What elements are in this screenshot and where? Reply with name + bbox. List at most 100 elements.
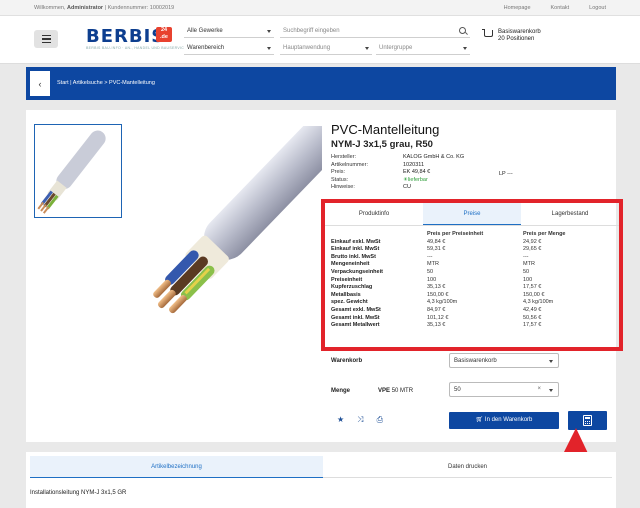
- cart-title: Basiswarenkorb: [498, 29, 541, 35]
- price-cell: 35,13 €: [427, 284, 446, 291]
- article-number-value: 1020311: [403, 161, 425, 168]
- chevron-down-icon: [267, 30, 271, 33]
- logo[interactable]: BERBIS 24 .de BERBIS BAU-INFO · AN-, HAND…: [86, 26, 189, 52]
- tab-produktinfo[interactable]: Produktinfo: [325, 203, 423, 225]
- price-cell: 84,97 €: [427, 306, 446, 313]
- meta-label: Status:: [331, 176, 349, 183]
- search-input[interactable]: Suchbegriff eingeben: [280, 25, 470, 38]
- clear-icon[interactable]: ×: [537, 386, 541, 392]
- hauptanwendung-select[interactable]: Hauptanwendung: [280, 42, 372, 55]
- search-icon[interactable]: [459, 27, 466, 34]
- product-card: PVC-Mantelleitung NYM-J 3x1,5 grau, R50 …: [26, 110, 623, 442]
- print-icon[interactable]: ⎙: [377, 415, 383, 425]
- hamburger-icon: [41, 34, 51, 37]
- price-cell: 17,57 €: [523, 322, 542, 329]
- price-cell: 4,3 kg/100m: [427, 299, 458, 306]
- meta-label: Hinweise:: [331, 184, 355, 191]
- logo-word: BERBIS: [86, 26, 166, 47]
- price-cell: 100: [427, 276, 437, 283]
- price-row: Gesamt exkl. MwSt 84,97 € 42,49 €: [331, 307, 617, 315]
- price-row: Preiseinheit 100 100: [331, 277, 617, 285]
- price-row: Brutto inkl. MwSt --- ---: [331, 254, 617, 262]
- notes-value: CU: [403, 184, 411, 191]
- price-row-label: Gesamt inkl. MwSt: [331, 314, 380, 321]
- price-row: Metallbasis 150,00 € 150,00 €: [331, 292, 617, 300]
- price-row-label: Metallbasis: [331, 291, 361, 298]
- description-card: Artikelbezeichnung Daten drucken Install…: [26, 452, 616, 508]
- link-logout[interactable]: Logout: [589, 5, 606, 11]
- meta-label: Hersteller:: [331, 154, 357, 160]
- price-cell: 59,31 €: [427, 246, 446, 253]
- tab-lagerbestand[interactable]: Lagerbestand: [521, 203, 619, 225]
- quantity-select[interactable]: 50 ×: [449, 382, 559, 397]
- warenbereich-select[interactable]: Warenbereich: [184, 42, 274, 55]
- chevron-down-icon: [365, 47, 369, 50]
- product-tabs: Produktinfo Preise Lagerbestand: [325, 203, 619, 226]
- price-row-label: Einkauf exkl. MwSt: [331, 238, 381, 245]
- product-subtitle: NYM-J 3x1,5 grau, R50: [331, 139, 433, 150]
- vpe-value: 50 MTR: [391, 388, 414, 394]
- price-row: Gesamt inkl. MwSt 101,12 € 50,56 €: [331, 315, 617, 323]
- star-icon[interactable]: ★: [337, 415, 344, 425]
- price-row: Gesamt Metallwert 35,13 € 17,57 €: [331, 322, 617, 330]
- meta-label: Preis:: [331, 169, 346, 176]
- tab-preise[interactable]: Preise: [423, 203, 521, 225]
- price-cell: ---: [523, 253, 529, 260]
- link-kontakt[interactable]: Kontakt: [551, 5, 570, 11]
- price-row: Einkauf inkl. MwSt 59,31 € 29,65 €: [331, 246, 617, 254]
- product-thumbnail[interactable]: [34, 124, 122, 218]
- price-cell: 4,3 kg/100m: [523, 299, 554, 306]
- price-cell: 150,00 €: [523, 291, 545, 298]
- chevron-left-icon: ‹: [38, 78, 42, 89]
- gewerke-select[interactable]: Alle Gewerke: [184, 25, 274, 38]
- price-cell: 49,84 €: [427, 238, 446, 245]
- action-icons: ★ ⤨ ⎙: [337, 415, 383, 425]
- price-cell: 50,56 €: [523, 314, 542, 321]
- cart-icon: [482, 29, 493, 37]
- chevron-down-icon: [549, 389, 553, 392]
- price-cell: 42,49 €: [523, 306, 542, 313]
- vpe: VPE 50 MTR: [378, 388, 413, 394]
- tab-daten-drucken[interactable]: Daten drucken: [323, 456, 612, 478]
- vpe-label: VPE: [378, 388, 391, 394]
- welcome-text: Willkommen, Administrator | Kundennummer…: [34, 5, 174, 11]
- chevron-down-icon: [267, 47, 271, 50]
- price-row-label: Gesamt exkl. MwSt: [331, 306, 381, 313]
- price-row: Kupferzuschlag 35,13 € 17,57 €: [331, 284, 617, 292]
- price-row: Einkauf exkl. MwSt 49,84 € 24,92 €: [331, 239, 617, 247]
- product-title: PVC-Mantelleitung: [331, 122, 440, 137]
- price-cell: 35,13 €: [427, 322, 446, 329]
- price-cell: 150,00 €: [427, 291, 449, 298]
- breadcrumb[interactable]: Start | Artikelsuche > PVC-Mantelleitung: [57, 80, 155, 86]
- price-row: Mengeneinheit MTR MTR: [331, 261, 617, 269]
- product-meta: Hersteller: KALOG GmbH & Co. KG Artikelnu…: [331, 154, 464, 192]
- price-cell: MTR: [427, 261, 439, 268]
- cart-count: 20 Positionen: [498, 36, 535, 42]
- price-table: Preis per Preiseinheit Preis per Menge E…: [331, 231, 617, 330]
- back-button[interactable]: ‹: [30, 71, 50, 96]
- breadcrumb-bar: ‹ Start | Artikelsuche > PVC-Mantelleitu…: [26, 67, 616, 100]
- price-cell: 50: [427, 268, 434, 275]
- price-row-label: Einkauf inkl. MwSt: [331, 246, 380, 253]
- price-value: EK 49,84 €: [403, 169, 431, 176]
- price-row-label: Gesamt Metallwert: [331, 322, 380, 329]
- price-row-label: Mengeneinheit: [331, 261, 370, 268]
- header: BERBIS 24 .de BERBIS BAU-INFO · AN-, HAND…: [0, 16, 640, 64]
- welcome-prefix: Willkommen,: [34, 5, 66, 11]
- chevron-down-icon: [549, 360, 553, 363]
- chevron-down-icon: [463, 47, 467, 50]
- menge-label: Menge: [331, 388, 351, 394]
- price-row-label: spez. Gewicht: [331, 299, 368, 306]
- price-cell: 50: [523, 268, 530, 275]
- customer-number: | Kundennummer: 10002019: [104, 5, 175, 11]
- cart-icon: 🛒︎: [475, 417, 484, 423]
- logo-tagline: BERBIS BAU-INFO · AN-, HANDEL UND BAUSER…: [86, 46, 190, 50]
- logo-badge: 24 .de: [156, 27, 172, 42]
- untergruppe-select[interactable]: Untergruppe: [376, 42, 470, 55]
- link-homepage[interactable]: Homepage: [504, 5, 531, 11]
- tab-artikelbezeichnung[interactable]: Artikelbezeichnung: [30, 456, 323, 478]
- price-table-header: Preis per Preiseinheit Preis per Menge: [427, 231, 566, 237]
- menu-button[interactable]: [34, 30, 58, 48]
- warenkorb-select[interactable]: Basiswarenkorb: [449, 353, 559, 368]
- compare-icon[interactable]: ⤨: [357, 415, 363, 425]
